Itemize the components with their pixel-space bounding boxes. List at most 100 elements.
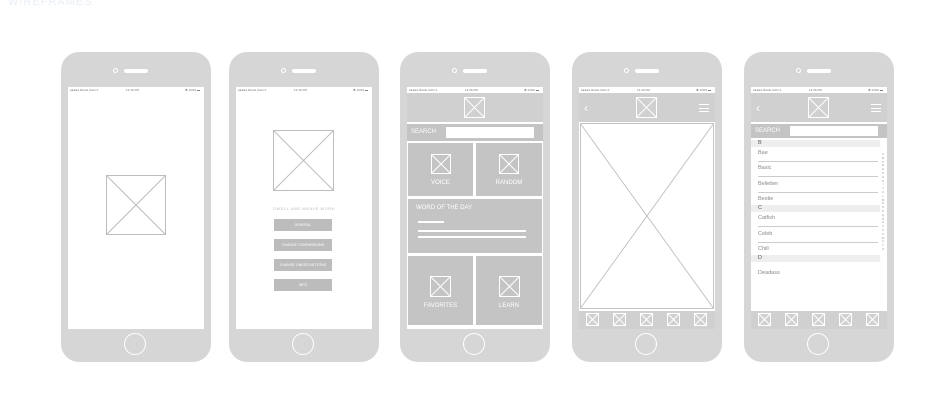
row-divider <box>758 226 878 227</box>
status-time: 12:46 PM <box>637 88 650 92</box>
status-time: 12:46 PM <box>126 88 139 92</box>
random-placeholder-icon <box>499 154 519 174</box>
search-input[interactable] <box>446 127 534 138</box>
tile-learn[interactable]: LEARN <box>476 256 542 325</box>
header-bar <box>407 93 543 122</box>
status-bar: ●●●●● 9GAG.GAO ≡ 12:46 PM ✱ 100% ▬ <box>68 87 204 93</box>
tab-1-placeholder-icon[interactable] <box>758 313 771 326</box>
camera <box>113 68 118 73</box>
status-battery: ✱ 100% ▬ <box>696 88 711 92</box>
menu-tagline: DWELL AND WEAVE WORK <box>273 206 335 211</box>
tile-voice[interactable]: VOICE <box>408 143 473 196</box>
header-logo-placeholder-icon <box>636 97 657 118</box>
hamburger-menu-icon[interactable] <box>699 104 709 112</box>
list-item[interactable]: Basic <box>758 165 878 171</box>
tile-word-of-the-day[interactable]: WORD OF THE DAY <box>408 199 542 253</box>
home-button[interactable] <box>292 333 314 355</box>
tile-random[interactable]: RANDOM <box>476 143 542 196</box>
list-item[interactable]: Deadass <box>758 270 878 276</box>
hamburger-menu-icon[interactable] <box>871 104 881 112</box>
status-battery: ✱ 100% ▬ <box>353 88 368 92</box>
header-logo-placeholder-icon <box>464 97 485 118</box>
phone-dictionary-list: ●●●●● 9GAG.GAO ≡ 12:46 PM ✱ 100% ▬ ‹ SEA… <box>744 52 894 362</box>
tab-3-placeholder-icon[interactable] <box>640 313 653 326</box>
list-item[interactable]: Chill <box>758 246 878 252</box>
tile-favorites-label: FAVORITES <box>423 303 458 309</box>
tab-3-placeholder-icon[interactable] <box>812 313 825 326</box>
status-battery: ✱ 100% ▬ <box>185 88 200 92</box>
camera <box>624 68 629 73</box>
splash-logo-placeholder-icon <box>106 175 166 235</box>
search-bar: SEARCH <box>407 124 543 141</box>
row-divider <box>758 161 878 162</box>
speaker <box>124 69 148 73</box>
status-carrier: ●●●●● 9GAG.GAO ≡ <box>238 88 267 92</box>
speaker <box>807 69 831 73</box>
menu-button-linked[interactable]: CHANGE LINKED BUTTONS <box>274 259 332 271</box>
menu-logo-placeholder-icon <box>273 130 334 191</box>
row-divider <box>758 242 878 243</box>
list-item[interactable]: Belieber <box>758 181 878 187</box>
status-carrier: ●●●●● 9GAG.GAO ≡ <box>753 88 782 92</box>
tab-4-placeholder-icon[interactable] <box>667 313 680 326</box>
status-time: 12:46 PM <box>809 88 822 92</box>
learn-placeholder-icon <box>499 276 520 297</box>
header-bar: ‹ <box>751 93 887 122</box>
tab-1-placeholder-icon[interactable] <box>586 313 599 326</box>
menu-button-comparisons[interactable]: CHANGE COMPARISONS <box>274 239 332 251</box>
section-header-d: D <box>751 255 880 262</box>
list-item[interactable]: Celeb <box>758 231 878 237</box>
home-button[interactable] <box>124 333 146 355</box>
menu-button-info[interactable]: INFO <box>274 279 332 291</box>
list-item[interactable]: Catfish <box>758 215 878 221</box>
voice-placeholder-icon <box>431 154 451 174</box>
speaker <box>292 69 316 73</box>
detail-content-placeholder-icon <box>580 123 714 309</box>
tab-5-placeholder-icon[interactable] <box>694 313 707 326</box>
tile-learn-label: LEARN <box>498 303 519 309</box>
tab-2-placeholder-icon[interactable] <box>613 313 626 326</box>
home-button[interactable] <box>463 333 485 355</box>
phone-menu: ●●●●● 9GAG.GAO ≡ 12:46 PM ✱ 100% ▬ DWELL… <box>229 52 379 362</box>
tile-voice-label: VOICE <box>431 180 450 186</box>
alphabet-index[interactable]: A B C D E F G H I J K L M N O P Q R S T … <box>881 152 885 252</box>
phone-splash: ●●●●● 9GAG.GAO ≡ 12:46 PM ✱ 100% ▬ <box>61 52 211 362</box>
chevron-left-icon[interactable]: ‹ <box>756 102 764 114</box>
status-carrier: ●●●●● 9GAG.GAO ≡ <box>70 88 99 92</box>
list-item[interactable]: Bae <box>758 150 878 156</box>
menu-button-general[interactable]: GENERAL <box>274 219 332 231</box>
screen-splash: ●●●●● 9GAG.GAO ≡ 12:46 PM ✱ 100% ▬ <box>68 87 204 329</box>
status-carrier: ●●●●● 9GAG.GAO ≡ <box>581 88 610 92</box>
camera <box>796 68 801 73</box>
speaker <box>635 69 659 73</box>
list-item[interactable]: Bestie <box>758 196 878 202</box>
tab-4-placeholder-icon[interactable] <box>839 313 852 326</box>
wod-line <box>418 230 526 232</box>
wod-line <box>418 236 526 238</box>
header-bar: ‹ <box>579 93 715 122</box>
section-header-b: B <box>751 140 880 147</box>
camera <box>452 68 457 73</box>
home-button[interactable] <box>807 333 829 355</box>
tile-favorites[interactable]: FAVORITES <box>408 256 473 325</box>
tab-2-placeholder-icon[interactable] <box>785 313 798 326</box>
home-button[interactable] <box>635 333 657 355</box>
screen-home-grid: ●●●●● 9GAG.GAO ≡ 12:46 PM ✱ 100% ▬ SEARC… <box>407 87 543 329</box>
favorites-placeholder-icon <box>430 276 451 297</box>
speaker <box>463 69 487 73</box>
status-bar: ●●●●● 9GAG.GAO ≡ 12:46 PM ✱ 100% ▬ <box>236 87 372 93</box>
row-divider <box>758 192 878 193</box>
search-input[interactable] <box>790 126 878 136</box>
phone-home-grid: ●●●●● 9GAG.GAO ≡ 12:46 PM ✱ 100% ▬ SEARC… <box>400 52 550 362</box>
status-time: 12:46 PM <box>465 88 478 92</box>
chevron-left-icon[interactable]: ‹ <box>584 102 592 114</box>
status-time: 12:46 PM <box>294 88 307 92</box>
search-label: SEARCH <box>411 129 437 135</box>
section-header-c: C <box>751 205 880 212</box>
screen-detail: ●●●●● 9GAG.GAO ≡ 12:46 PM ✱ 100% ▬ ‹ <box>579 87 715 329</box>
word-of-the-day-label: WORD OF THE DAY <box>416 205 473 211</box>
index-letter[interactable]: Z <box>881 247 885 252</box>
tab-5-placeholder-icon[interactable] <box>866 313 879 326</box>
status-carrier: ●●●●● 9GAG.GAO ≡ <box>409 88 438 92</box>
tab-bar <box>751 311 887 329</box>
